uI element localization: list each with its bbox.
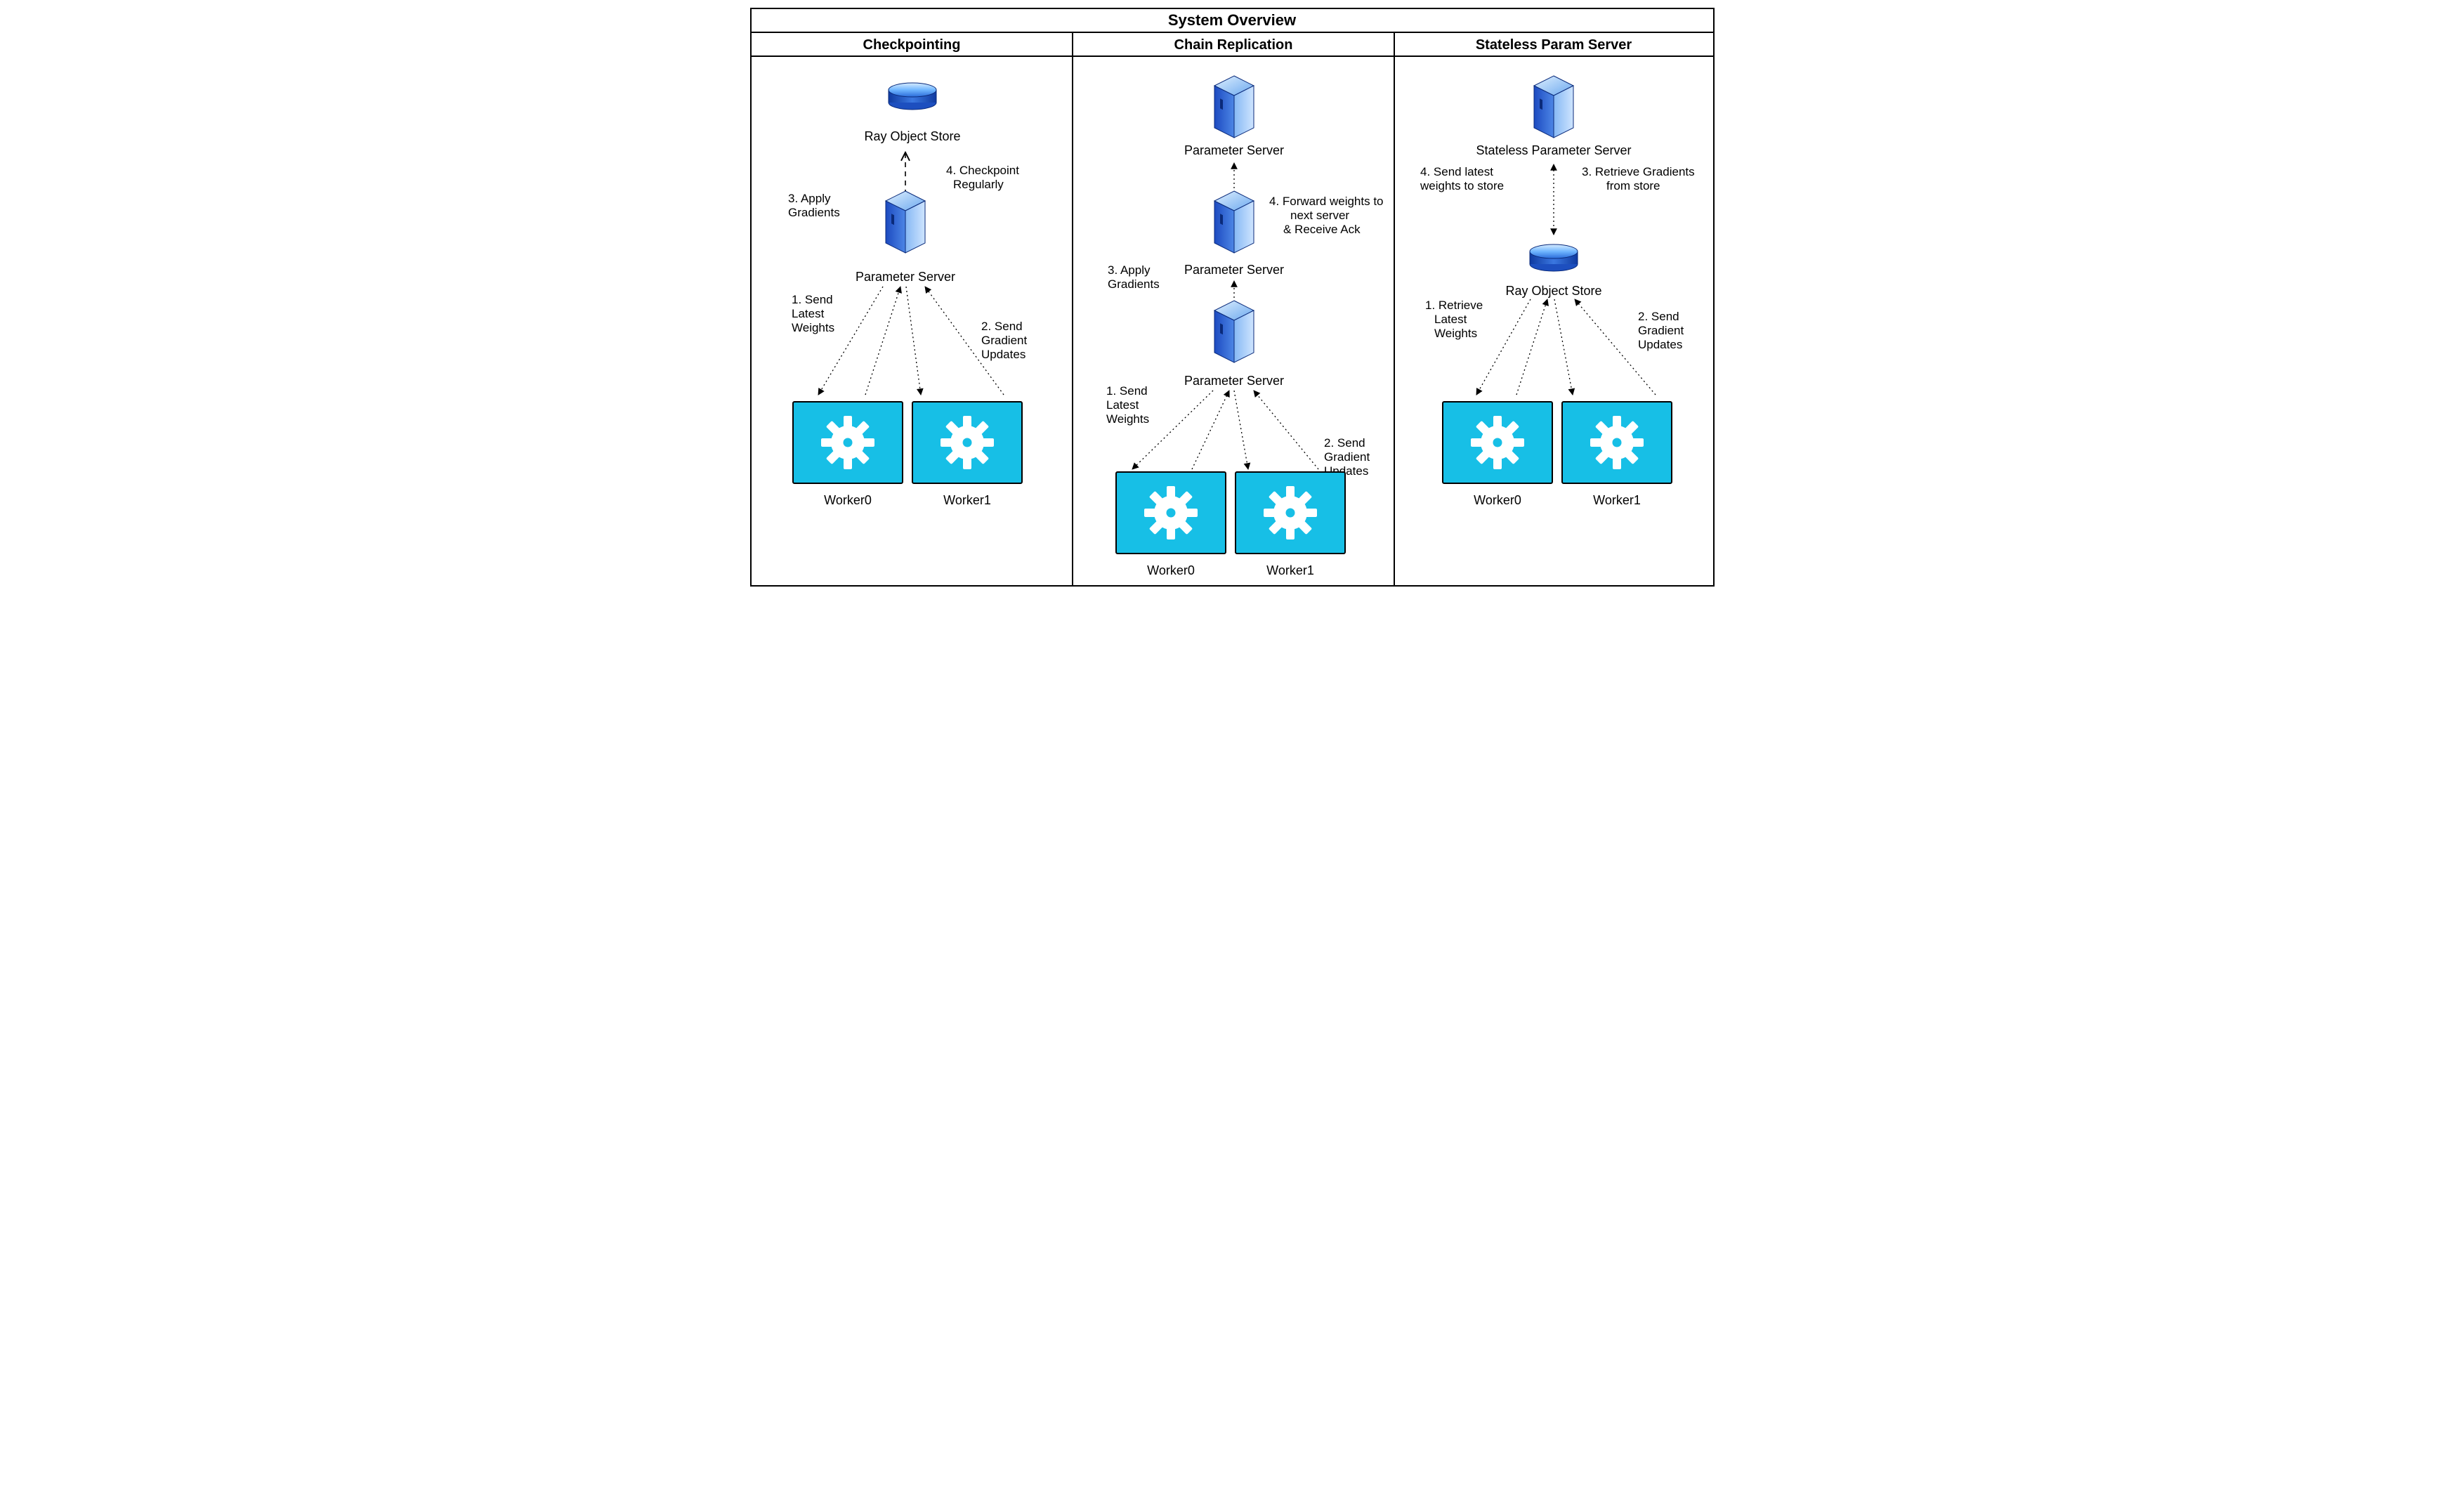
column-checkpointing: Ray Object Store Parameter Server 3. App…: [788, 83, 1027, 507]
arrow-chain-w0-down: [1132, 391, 1213, 469]
disk-icon: [889, 83, 936, 110]
worker-icon: [1443, 402, 1552, 483]
worker-icon: [793, 402, 903, 483]
worker0-label: Worker0: [1474, 493, 1521, 507]
col-title-checkpointing: Checkpointing: [863, 37, 960, 53]
sl-note-3a: 3. Retrieve Gradients: [1582, 165, 1695, 178]
stateless-param-label: Stateless Parameter Server: [1476, 143, 1631, 157]
server-icon: [1214, 76, 1254, 138]
sl-note-2b: Gradient: [1638, 324, 1684, 337]
sl-note-4a: 4. Send latest: [1420, 165, 1493, 178]
chain-note-3a: 3. Apply: [1108, 263, 1151, 277]
chain-note-1b: Latest: [1106, 398, 1139, 412]
column-stateless: Stateless Parameter Server 4. Send lates…: [1420, 76, 1695, 507]
worker0-label: Worker0: [1147, 563, 1195, 577]
worker0-label: Worker0: [824, 493, 872, 507]
param-server-label-top: Parameter Server: [1184, 143, 1283, 157]
system-overview-diagram: System Overview Checkpointing Chain Repl…: [742, 0, 1722, 594]
worker-icon: [1562, 402, 1672, 483]
param-server-label-bot: Parameter Server: [1184, 374, 1283, 388]
ray-store-label: Ray Object Store: [864, 129, 960, 143]
arrow-sl-w0-down: [1476, 299, 1531, 395]
arrow-sl-w0-up: [1516, 299, 1547, 395]
server-icon: [1214, 191, 1254, 253]
worker1-label: Worker1: [943, 493, 991, 507]
disk-icon: [1530, 244, 1578, 271]
worker1-label: Worker1: [1593, 493, 1641, 507]
chain-note-3b: Gradients: [1108, 277, 1160, 291]
worker-icon: [1116, 472, 1226, 554]
arrow-grad-w0: [865, 287, 900, 395]
sl-note-4b: weights to store: [1420, 179, 1504, 192]
worker1-label: Worker1: [1266, 563, 1314, 577]
col-title-chain: Chain Replication: [1174, 37, 1292, 53]
sl-note-3b: from store: [1606, 179, 1660, 192]
note-2b: Gradient: [981, 334, 1027, 347]
chain-note-1a: 1. Send: [1106, 384, 1148, 398]
note-1c: Weights: [792, 321, 834, 334]
arrow-sl-w1-down: [1554, 299, 1573, 395]
diagram-title: System Overview: [1167, 11, 1296, 29]
sl-note-2c: Updates: [1638, 338, 1682, 351]
arrow-chain-w1-up: [1254, 391, 1318, 469]
server-icon: [1534, 76, 1573, 138]
chain-note-1c: Weights: [1106, 412, 1149, 426]
note-2c: Updates: [981, 348, 1025, 361]
worker-icon: [912, 402, 1022, 483]
note-3a: 3. Apply: [788, 192, 831, 205]
server-icon: [886, 191, 925, 253]
col-title-stateless: Stateless Param Server: [1475, 37, 1632, 53]
arrow-send-weights-w1: [906, 287, 921, 395]
chain-note-2a: 2. Send: [1324, 436, 1365, 450]
arrow-chain-w1-down: [1234, 391, 1248, 469]
chain-note-4b: next server: [1290, 209, 1349, 222]
param-server-label-1: Parameter Server: [855, 270, 955, 284]
param-server-label-mid: Parameter Server: [1184, 263, 1283, 277]
chain-note-2b: Gradient: [1324, 450, 1370, 464]
note-4b: Regularly: [953, 178, 1004, 191]
sl-note-1c: Weights: [1434, 327, 1477, 340]
server-icon: [1214, 301, 1254, 362]
ray-store-label-2: Ray Object Store: [1505, 284, 1601, 298]
note-4a: 4. Checkpoint: [946, 164, 1019, 177]
sl-note-1b: Latest: [1434, 313, 1467, 326]
sl-note-1a: 1. Retrieve: [1425, 299, 1483, 312]
note-1a: 1. Send: [792, 293, 833, 306]
note-3b: Gradients: [788, 206, 840, 219]
chain-note-4a: 4. Forward weights to: [1269, 195, 1384, 208]
worker-icon: [1236, 472, 1345, 554]
chain-note-4c: & Receive Ack: [1283, 223, 1361, 236]
note-2a: 2. Send: [981, 320, 1023, 333]
arrow-chain-w0-up: [1192, 391, 1229, 469]
sl-note-2a: 2. Send: [1638, 310, 1679, 323]
note-1b: Latest: [792, 307, 825, 320]
column-chain: Parameter Server Parameter Server Parame…: [1106, 76, 1384, 577]
